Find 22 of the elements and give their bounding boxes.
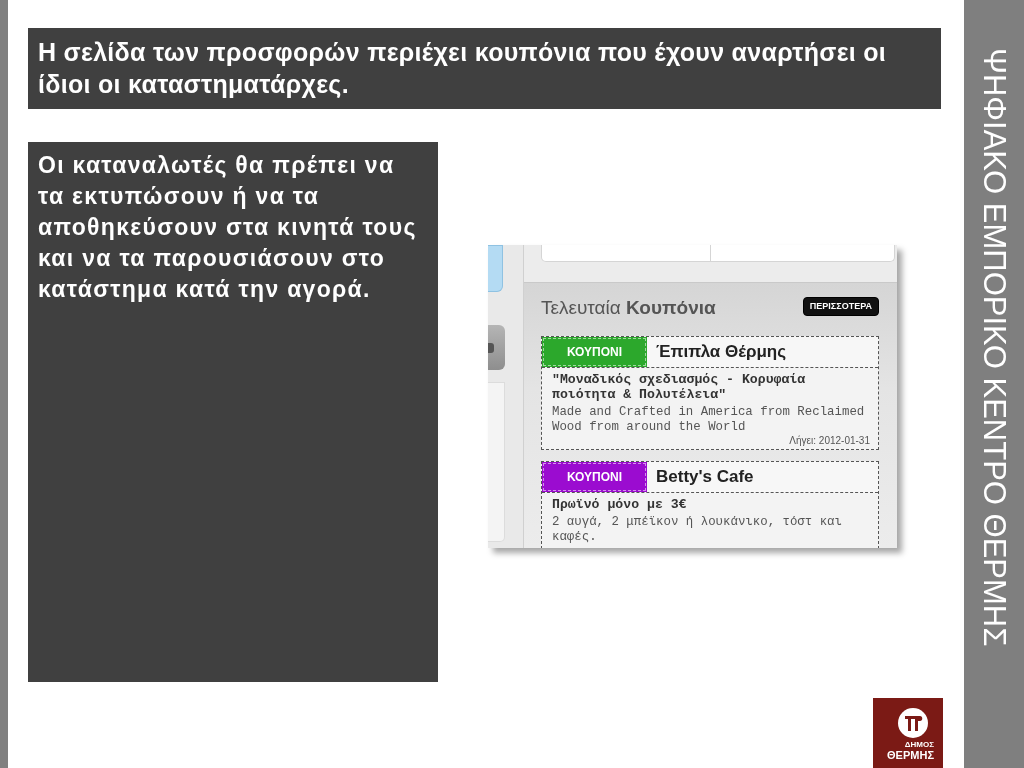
- expiry-date: Λήγει: 2012-01-31: [789, 435, 870, 446]
- side-tab[interactable]: [488, 325, 505, 370]
- logo-text: ΔΗΜΟΣ: [904, 740, 934, 749]
- tab-icon: [488, 343, 494, 353]
- logo-text: ΘΕΡΜΗΣ: [887, 749, 934, 761]
- business-name: Betty's Cafe: [655, 466, 754, 488]
- coupon-tag: ΚΟΥΠΟΝΙ: [542, 337, 647, 367]
- more-button[interactable]: ΠΕΡΙΣΣΟΤΕΡΑ: [802, 297, 879, 316]
- coupon-tag: ΚΟΥΠΟΝΙ: [542, 462, 647, 492]
- coupon-card[interactable]: ΚΟΥΠΟΝΙ Έπιπλα Θέρμης "Μοναδικός σχεδιασμός - Κορυφαία ποιότητα & Πολυτέλεια" Made and Crafted in America from Reclaimed Wood from around the World Λήγει: 2012-01-31: [541, 336, 879, 450]
- body-text: Οι καταναλωτές θα πρέπει να τα εκτυπώσουν ή να τα αποθηκεύσουν στα κινητά τους και να τα παρουσιάσουν στο κατάστημα κατά την αγορά.: [38, 151, 418, 304]
- emblem-icon: [898, 708, 928, 738]
- coupon-description: 2 αυγά, 2 μπέϊκον ή λουκάνικο, τόστ και καφές.: [552, 515, 843, 545]
- sidebar-widget: [488, 245, 503, 292]
- slide-title: Η σελίδα των προσφορών περιέχει κουπόνια που έχουν αναρτήσει οι ίδιοι οι καταστηματάρχες.: [38, 37, 888, 100]
- coupon-description: Made and Crafted in America from Reclaimed Wood from around the World: [552, 405, 866, 435]
- business-name: Έπιπλα Θέρμης: [655, 341, 787, 363]
- coupon-card[interactable]: ΚΟΥΠΟΝΙ Betty's Cafe Πρωϊνό μόνο με 3€ 2 αυγά, 2 μπέϊκον ή λουκάνικο, τόστ και καφές.: [541, 461, 879, 548]
- coupon-headline: Πρωϊνό μόνο με 3€: [552, 497, 688, 512]
- coupon-headline: "Μοναδικός σχεδιασμός - Κορυφαία ποιότητα & Πολυτέλεια": [552, 372, 807, 402]
- section-heading: Τελευταία Κουπόνια: [541, 296, 716, 320]
- side-title: ΨΗΦΙΑΚΟ ΕΜΠΟΡΙΚΟ ΚΕΝΤΡΟ ΘΕΡΜΗΣ: [976, 48, 1012, 647]
